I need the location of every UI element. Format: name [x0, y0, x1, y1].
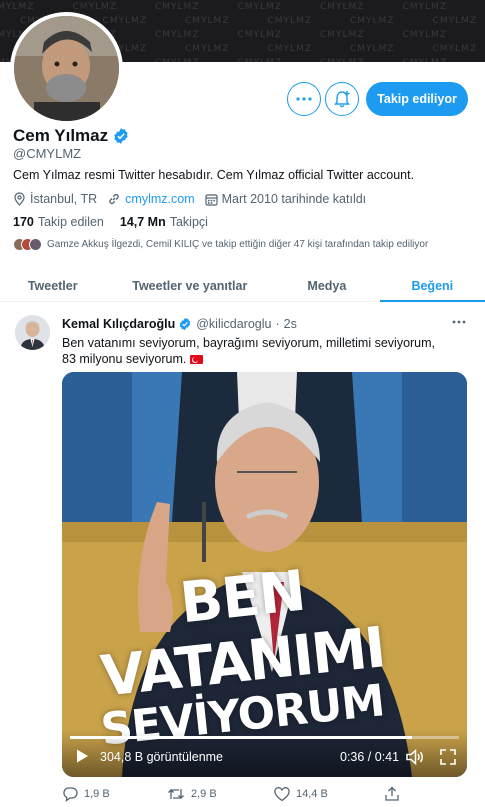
reply-count: 1,9 B [84, 788, 110, 800]
profile-meta: İstanbul, TR cmylmz.com Mart 2010 tarihi… [13, 192, 376, 206]
tweet-author-avatar[interactable] [15, 315, 50, 350]
tab-media[interactable]: Medya [274, 270, 379, 301]
tweet-separator: · [275, 317, 280, 331]
profile-bio: Cem Yılmaz resmi Twitter hesabıdır. Cem … [13, 168, 415, 182]
followers-count: 14,7 Mn [119, 215, 166, 229]
tweet-header: Kemal Kılıçdaroğlu @kilicdaroglu · 2s [62, 317, 297, 331]
profile-name: Cem Yılmaz [13, 126, 109, 145]
following-button[interactable]: Takip ediliyor [366, 82, 468, 116]
following-label: Takip edilen [37, 215, 104, 229]
followed-by-text: Gamze Akkuş İlgezdi, Cemil KILIÇ ve taki… [47, 239, 429, 250]
profile-avatar-frame[interactable] [10, 12, 123, 125]
video-time: 0:36 / 0:41 [340, 750, 400, 764]
tweet-text-content: Ben vatanımı seviyorum, bayrağımı seviyo… [62, 336, 436, 366]
tab-tweets-and-replies[interactable]: Tweetler ve yanıtlar [105, 270, 274, 301]
link-icon [109, 193, 119, 205]
bell-plus-icon [334, 91, 350, 108]
tweet-author-name[interactable]: Kemal Kılıçdaroğlu [62, 317, 175, 331]
retweet-count: 2,9 B [191, 788, 217, 800]
reply-icon [63, 787, 78, 802]
profile-joined: Mart 2010 tarihinde katıldı [205, 192, 367, 206]
joined-text: Mart 2010 tarihinde katıldı [221, 192, 367, 206]
verified-badge-icon [114, 128, 128, 144]
more-options-button[interactable] [287, 82, 321, 116]
play-icon[interactable] [74, 748, 90, 764]
retweet-button[interactable]: 2,9 B [167, 786, 274, 802]
location-text: İstanbul, TR [30, 192, 98, 206]
reply-button[interactable]: 1,9 B [62, 786, 167, 802]
tweet-text: Ben vatanımı seviyorum, bayrağımı seviyo… [62, 335, 442, 367]
followers-label: Takipçi [169, 215, 208, 229]
tab-likes[interactable]: Beğeni [379, 270, 485, 302]
notifications-button[interactable] [325, 82, 359, 116]
website-link[interactable]: cmylmz.com [125, 192, 194, 206]
mini-avatar [29, 238, 42, 251]
tweet-more-icon[interactable] [451, 316, 467, 328]
turkey-flag-icon [189, 355, 203, 365]
tweet-actions: 1,9 B 2,9 B 14,4 B [62, 786, 406, 802]
location-pin-icon [14, 192, 25, 206]
share-button[interactable] [384, 786, 406, 802]
fullscreen-icon[interactable] [439, 748, 457, 766]
profile-name-row: Cem Yılmaz [13, 126, 130, 146]
profile-tabs: Tweetler Tweetler ve yanıtlar Medya Beğe… [0, 270, 485, 302]
tweet-author-handle[interactable]: @kilicdaroglu [196, 317, 271, 331]
video-progress-bar[interactable] [70, 736, 459, 739]
followers-count-link[interactable]: 14,7 Mn Takipçi [120, 215, 208, 229]
profile-handle: @CMYLMZ [13, 146, 82, 161]
verified-badge-icon [180, 317, 191, 331]
like-count: 14,4 B [296, 788, 328, 800]
retweet-icon [168, 789, 184, 799]
heart-icon [274, 786, 290, 801]
profile-location: İstanbul, TR [13, 192, 97, 206]
profile-website[interactable]: cmylmz.com [107, 192, 195, 206]
profile-avatar [14, 16, 119, 121]
more-icon [296, 97, 312, 101]
volume-icon[interactable] [405, 748, 425, 766]
following-count: 170 [13, 215, 34, 229]
video-progress-fill [70, 736, 412, 739]
follow-counts: 170 Takip edilen 14,7 Mn Takipçi [13, 215, 224, 229]
tab-tweets[interactable]: Tweetler [0, 270, 105, 301]
calendar-icon [205, 193, 218, 206]
following-count-link[interactable]: 170 Takip edilen [13, 215, 104, 229]
video-controls: 304,8 B görüntülenme 0:36 / 0:41 [62, 730, 467, 777]
tweet-time[interactable]: 2s [284, 317, 297, 331]
followers-you-know[interactable]: Gamze Akkuş İlgezdi, Cemil KILIÇ ve taki… [13, 238, 428, 251]
like-button[interactable]: 14,4 B [274, 786, 384, 802]
share-icon [385, 786, 399, 801]
video-views: 304,8 B görüntülenme [100, 750, 224, 764]
